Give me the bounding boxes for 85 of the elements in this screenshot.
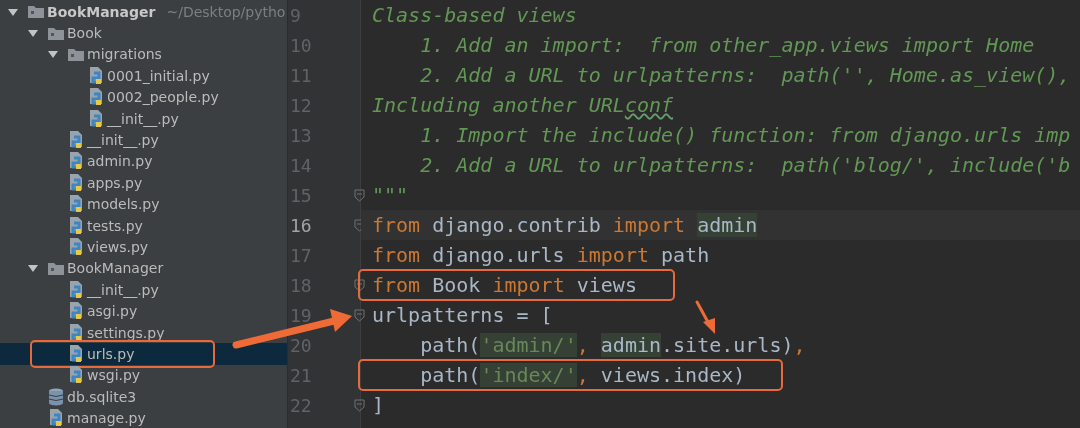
file-name: migrations bbox=[87, 46, 162, 63]
code-line: from django.contrib import admin bbox=[372, 213, 758, 237]
file-name: settings.py bbox=[87, 324, 165, 341]
code-line: path('index/', views.index) bbox=[419, 363, 746, 387]
code-line: 2. Add a URL to urlpatterns: path('blog/', include('b bbox=[419, 153, 1071, 177]
python-file-icon bbox=[68, 280, 84, 299]
code-line: Including another URLconf bbox=[372, 93, 674, 117]
tree-item[interactable]: __init__.py bbox=[0, 107, 287, 130]
python-file-icon bbox=[88, 88, 104, 107]
tree-item[interactable]: __init__.py bbox=[0, 129, 287, 151]
code-line: 2. Add a URL to urlpatterns: path('', Home.as_view(), bbox=[419, 63, 1071, 87]
tree-item[interactable]: asgi.py bbox=[0, 300, 287, 322]
fold-marker-icon[interactable] bbox=[353, 188, 365, 202]
file-name: manage.py bbox=[67, 410, 146, 427]
code-line: urlpatterns = [ bbox=[372, 303, 553, 327]
file-name: admin.py bbox=[87, 153, 153, 170]
tree-item[interactable]: views.py bbox=[0, 236, 287, 258]
tree-item[interactable]: BookManager ~/Desktop/pytho bbox=[0, 1, 287, 23]
tree-item[interactable]: 0001_initial.py bbox=[0, 65, 287, 87]
file-name: views.py bbox=[87, 239, 149, 255]
python-file-icon bbox=[88, 66, 104, 85]
folder-icon bbox=[28, 5, 44, 19]
file-name: 0002_people.py bbox=[107, 89, 219, 106]
project-path: ~/Desktop/pytho bbox=[166, 3, 286, 20]
tree-item[interactable]: migrations bbox=[0, 43, 287, 66]
tree-item[interactable]: manage.py bbox=[0, 407, 287, 428]
file-name: 0001_initial.py bbox=[107, 67, 210, 84]
file-name: __init__.py bbox=[87, 132, 159, 149]
tree-item[interactable]: models.py bbox=[0, 193, 287, 215]
file-name: tests.py bbox=[87, 217, 143, 234]
folder-icon bbox=[48, 261, 64, 275]
file-name: wsgi.py bbox=[87, 367, 141, 384]
fold-marker-icon[interactable] bbox=[353, 398, 365, 412]
code-line: 1. Import the include() function: from django.urls imp bbox=[419, 123, 1071, 147]
python-file-icon bbox=[68, 216, 84, 235]
code-line: ] bbox=[372, 393, 385, 417]
code-line: """ bbox=[372, 183, 409, 207]
python-file-icon bbox=[68, 131, 84, 150]
expanded-arrow-icon[interactable] bbox=[8, 6, 18, 17]
file-name: __init__.py bbox=[107, 110, 179, 127]
tree-item[interactable]: 0002_people.py bbox=[0, 86, 287, 108]
file-name: asgi.py bbox=[87, 303, 138, 320]
folder-icon bbox=[48, 26, 64, 40]
tree-item[interactable]: urls.py bbox=[0, 343, 287, 365]
tree-item[interactable]: Book bbox=[0, 22, 287, 44]
file-name: BookManager bbox=[47, 3, 156, 20]
tree-item[interactable]: BookManager bbox=[0, 257, 287, 280]
python-file-icon bbox=[68, 302, 84, 321]
python-file-icon bbox=[68, 173, 84, 192]
file-name: db.sqlite3 bbox=[67, 388, 137, 405]
tree-item[interactable]: db.sqlite3 bbox=[0, 386, 287, 408]
code-line: path('admin/', admin.site.urls), bbox=[419, 333, 806, 357]
tree-item[interactable]: settings.py bbox=[0, 321, 287, 344]
code-line: 1. Add an import: from other_app.views import Home bbox=[419, 33, 1035, 57]
folder-icon bbox=[68, 47, 84, 61]
fold-marker-icon[interactable] bbox=[353, 308, 365, 322]
python-file-icon bbox=[68, 344, 84, 363]
expanded-arrow-icon[interactable] bbox=[48, 49, 58, 60]
python-file-icon bbox=[48, 409, 64, 428]
tree-item[interactable]: wsgi.py bbox=[0, 364, 287, 387]
file-name: models.py bbox=[87, 196, 160, 213]
code-line: from Book import views bbox=[372, 273, 637, 297]
python-file-icon bbox=[68, 323, 84, 342]
python-file-icon bbox=[88, 109, 104, 128]
arrow bbox=[695, 300, 715, 334]
fold-marker-icon[interactable] bbox=[353, 278, 365, 292]
python-file-icon bbox=[68, 152, 84, 171]
python-file-icon bbox=[68, 195, 84, 214]
file-name: urls.py bbox=[87, 345, 135, 362]
line-number: 16 bbox=[290, 214, 312, 236]
file-name: __init__.py bbox=[87, 281, 159, 298]
file-name: Book bbox=[67, 25, 102, 42]
expanded-arrow-icon[interactable] bbox=[28, 28, 38, 39]
expanded-arrow-icon[interactable] bbox=[28, 263, 38, 274]
tree-item[interactable]: admin.py bbox=[0, 150, 287, 173]
tree-item[interactable]: apps.py bbox=[0, 172, 287, 194]
python-file-icon bbox=[68, 238, 84, 256]
python-file-icon bbox=[68, 366, 84, 385]
file-name: BookManager bbox=[67, 260, 164, 277]
file-name: apps.py bbox=[87, 174, 143, 191]
database-icon bbox=[48, 387, 64, 406]
code-line: Class-based views bbox=[372, 3, 577, 27]
code-line: from django.urls import path bbox=[372, 243, 710, 267]
tree-item[interactable]: tests.py bbox=[0, 214, 287, 237]
tree-item[interactable]: __init__.py bbox=[0, 279, 287, 301]
